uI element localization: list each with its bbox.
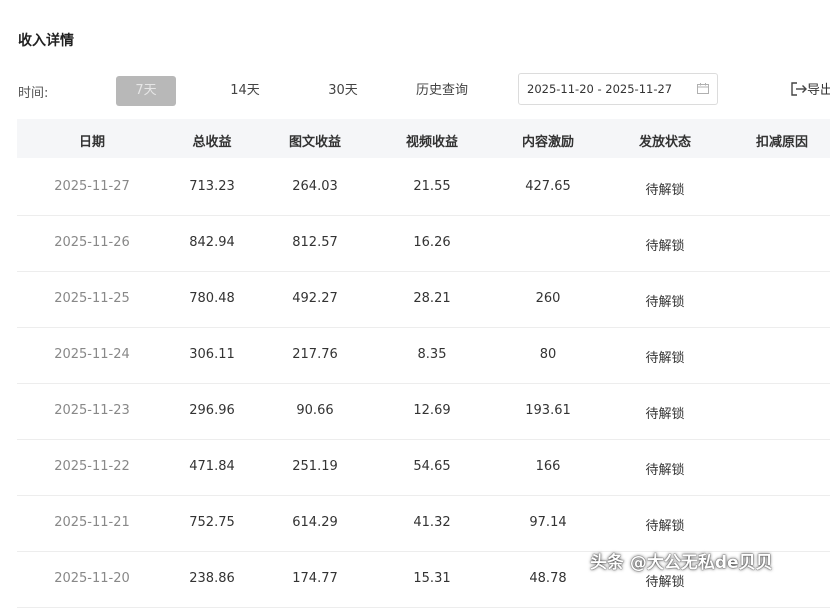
cell-content-incentive: 260 [535,291,561,306]
cell-total-income: 842.94 [189,235,235,250]
table-row: 2025-11-21 752.75 614.29 41.32 97.14 待解锁 [17,495,830,552]
cell-article-income: 174.77 [292,571,338,586]
cell-video-income: 28.21 [413,291,451,306]
filter-row: 时间: 7天 14天 30天 历史查询 2025-11-20 - 2025-11… [0,73,830,107]
cell-article-income: 90.66 [296,403,334,418]
column-header-status: 发放状态 [638,135,691,150]
cell-video-income: 41.32 [413,515,451,530]
cell-content-incentive: 80 [539,347,557,362]
cell-video-income: 15.31 [413,571,451,586]
calendar-icon [697,83,709,94]
export-button[interactable]: 导出 [790,79,830,99]
cell-date: 2025-11-22 [54,459,130,474]
cell-content-incentive: 48.78 [529,571,567,586]
cell-payout-status: 待解锁 [645,575,685,590]
cell-payout-status: 待解锁 [645,463,685,478]
table-row: 2025-11-22 471.84 251.19 54.65 166 待解锁 [17,439,830,496]
table-header: 日期 总收益 图文收益 视频收益 内容激励 发放状态 扣减原因 [17,119,830,158]
cell-date: 2025-11-25 [54,291,130,306]
cell-date: 2025-11-23 [54,403,130,418]
range-button-7d[interactable]: 7天 [116,76,176,106]
cell-article-income: 217.76 [292,347,338,362]
cell-content-incentive: 193.61 [525,403,571,418]
column-header-date: 日期 [78,135,105,150]
cell-content-incentive: 97.14 [529,515,567,530]
table-row: 2025-11-24 306.11 217.76 8.35 80 待解锁 [17,327,830,384]
cell-payout-status: 待解锁 [645,519,685,534]
cell-video-income: 8.35 [417,347,447,362]
cell-date: 2025-11-20 [54,571,130,586]
column-header-article: 图文收益 [288,135,341,150]
cell-content-incentive: 166 [535,459,561,474]
cell-payout-status: 待解锁 [645,407,685,422]
cell-video-income: 21.55 [413,179,451,194]
time-label: 时间: [18,86,49,101]
cell-date: 2025-11-27 [54,179,130,194]
table-row: 2025-11-26 842.94 812.57 16.26 待解锁 [17,215,830,272]
cell-date: 2025-11-26 [54,235,130,250]
cell-total-income: 752.75 [189,515,235,530]
cell-date: 2025-11-21 [54,515,130,530]
table-row: 2025-11-23 296.96 90.66 12.69 193.61 待解锁 [17,383,830,440]
column-header-incentive: 内容激励 [521,135,574,150]
date-range-picker[interactable]: 2025-11-20 - 2025-11-27 [518,73,718,105]
cell-video-income: 12.69 [413,403,451,418]
watermark: 头条 @大公无私de贝贝 [590,553,773,573]
cell-total-income: 780.48 [189,291,235,306]
cell-payout-status: 待解锁 [645,295,685,310]
cell-article-income: 251.19 [292,459,338,474]
range-button-14d[interactable]: 14天 [215,76,275,106]
cell-article-income: 812.57 [292,235,338,250]
column-header-video: 视频收益 [405,135,458,150]
cell-video-income: 54.65 [413,459,451,474]
cell-payout-status: 待解锁 [645,351,685,366]
cell-total-income: 306.11 [189,347,235,362]
cell-content-incentive: 427.65 [525,179,571,194]
cell-article-income: 264.03 [292,179,338,194]
column-header-total: 总收益 [192,135,232,150]
cell-video-income: 16.26 [413,235,451,250]
cell-total-income: 238.86 [189,571,235,586]
table-row: 2025-11-25 780.48 492.27 28.21 260 待解锁 [17,271,830,328]
column-header-deduction: 扣减原因 [755,135,808,150]
cell-payout-status: 待解锁 [645,239,685,254]
cell-total-income: 713.23 [189,179,235,194]
page-title: 收入详情 [18,33,74,49]
export-label: 导出 [807,83,830,98]
export-icon [791,82,807,96]
range-button-history[interactable]: 历史查询 [406,76,478,106]
date-range-value: 2025-11-20 - 2025-11-27 [527,82,673,96]
cell-date: 2025-11-24 [54,347,130,362]
range-button-30d[interactable]: 30天 [313,76,373,106]
cell-total-income: 471.84 [189,459,235,474]
table-row: 2025-11-27 713.23 264.03 21.55 427.65 待解锁 [17,159,830,216]
cell-payout-status: 待解锁 [645,183,685,198]
cell-article-income: 614.29 [292,515,338,530]
cell-article-income: 492.27 [292,291,338,306]
cell-total-income: 296.96 [189,403,235,418]
